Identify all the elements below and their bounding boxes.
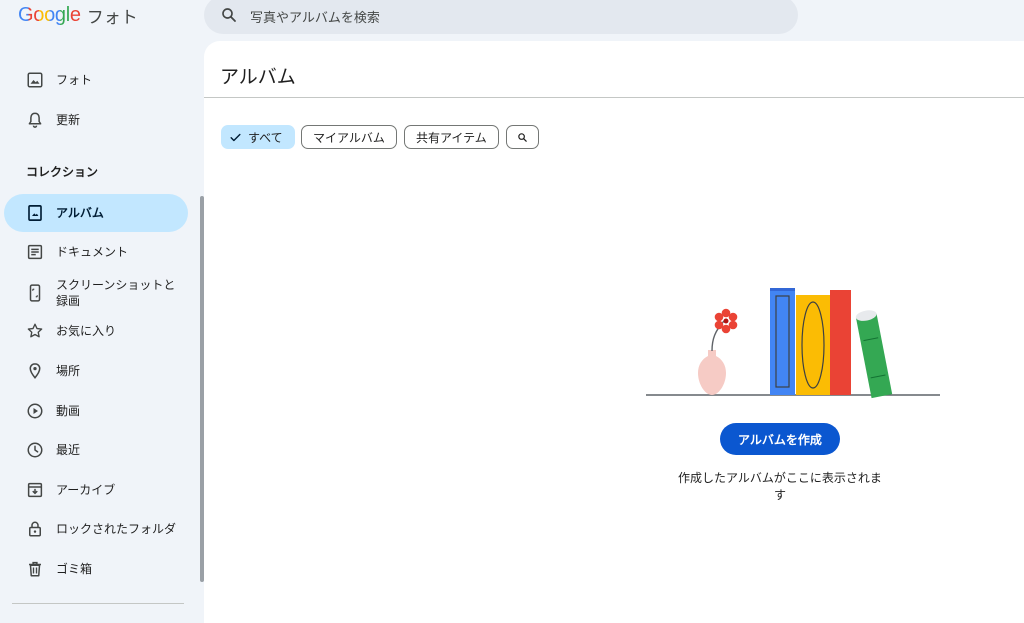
filter-chip-label: マイアルバム: [313, 130, 385, 145]
sidebar-item-label: アーカイブ: [56, 483, 116, 497]
filter-chip-all[interactable]: すべて: [221, 125, 295, 149]
filter-chip-label: すべて: [248, 130, 283, 145]
book-green: [855, 310, 893, 399]
sidebar-item-recent[interactable]: 最近: [4, 431, 188, 469]
filter-search-button[interactable]: [506, 125, 539, 149]
check-icon: [230, 133, 241, 142]
main-panel: アルバム すべて マイアルバム 共有アイテム アルバムを作成 作成したアルバムが…: [204, 41, 1024, 623]
lock-icon: [29, 521, 41, 537]
sidebar-item-label: 場所: [56, 364, 81, 378]
screenshot-icon: [29, 284, 41, 302]
play-circle-icon: [27, 403, 43, 419]
sidebar-item-label: アルバム: [56, 206, 104, 220]
document-icon: [27, 244, 43, 260]
sidebar-item-label-line2: 録画: [56, 294, 81, 308]
collections-heading: コレクション: [26, 165, 99, 179]
search-input[interactable]: 写真やアルバムを検索: [250, 7, 380, 26]
book-yellow: [796, 295, 830, 395]
sidebar-item-label: フォト: [56, 73, 93, 87]
vase: [698, 350, 726, 395]
sidebar-item-places[interactable]: 場所: [4, 352, 188, 390]
archive-icon: [27, 482, 43, 498]
sidebar-item-label: ゴミ箱: [56, 562, 93, 576]
sidebar-item-favorites[interactable]: お気に入り: [4, 312, 188, 350]
filter-chip-shared[interactable]: 共有アイテム: [404, 125, 499, 149]
location-pin-icon: [29, 363, 41, 379]
google-photos-logo[interactable]: Google フォト: [18, 2, 138, 28]
sidebar-item-screenshots[interactable]: スクリーンショットと 録画: [4, 273, 188, 313]
sidebar-item-documents[interactable]: ドキュメント: [4, 233, 188, 271]
book-blue: [770, 288, 795, 395]
sidebar-item-locked-folder[interactable]: ロックされたフォルダ: [4, 510, 188, 548]
sidebar-item-photos[interactable]: フォト: [4, 61, 188, 99]
search-bar[interactable]: 写真やアルバムを検索: [204, 0, 798, 34]
sidebar-item-archive[interactable]: アーカイブ: [4, 471, 188, 509]
book-red: [830, 290, 851, 395]
filter-chip-my-albums[interactable]: マイアルバム: [301, 125, 397, 149]
sidebar-item-label: 最近: [56, 443, 81, 457]
trash-icon: [29, 561, 41, 577]
create-album-button[interactable]: アルバムを作成: [720, 423, 840, 455]
sidebar-item-label: ロックされたフォルダ: [56, 522, 177, 536]
clock-icon: [27, 442, 43, 458]
bell-icon: [28, 112, 42, 128]
app-name: フォト: [86, 7, 138, 28]
empty-state-message: 作成したアルバムがここに表示されます: [678, 471, 882, 502]
sidebar-item-updates[interactable]: 更新: [4, 101, 188, 139]
star-icon: [27, 323, 43, 338]
photo-icon: [27, 72, 43, 88]
sidebar-item-trash[interactable]: ゴミ箱: [4, 550, 188, 588]
filter-chip-label: 共有アイテム: [416, 130, 487, 145]
sidebar-item-label: スクリーンショットと: [56, 278, 176, 292]
sidebar-item-label: 動画: [56, 404, 81, 418]
page-title: アルバム: [220, 66, 296, 88]
search-icon[interactable]: [220, 6, 238, 24]
album-icon: [28, 205, 42, 221]
empty-albums-illustration: [646, 288, 940, 399]
google-wordmark: Google: [18, 3, 81, 26]
sidebar-divider: [12, 603, 184, 604]
sidebar-item-videos[interactable]: 動画: [4, 392, 188, 430]
sidebar-item-albums[interactable]: アルバム: [4, 194, 188, 232]
sidebar-item-label: お気に入り: [56, 324, 117, 338]
title-divider: [204, 97, 1024, 98]
search-icon: [518, 132, 527, 142]
sidebar-item-label: ドキュメント: [56, 245, 129, 259]
sidebar-item-label: 更新: [56, 113, 81, 127]
